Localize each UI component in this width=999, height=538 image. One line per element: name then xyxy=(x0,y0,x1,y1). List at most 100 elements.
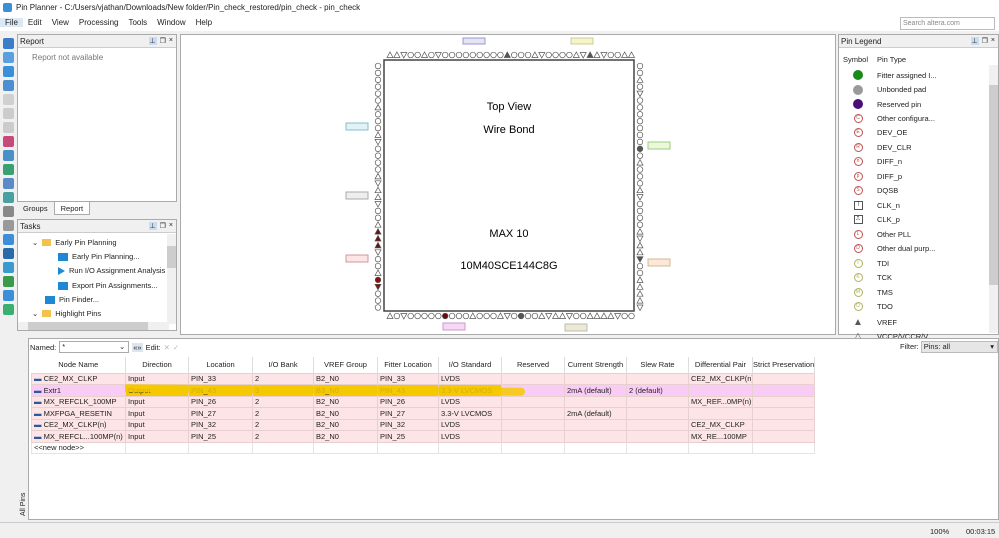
pin-marker[interactable] xyxy=(636,283,644,290)
pin-marker[interactable] xyxy=(414,51,421,59)
table-cell[interactable]: B2_N0 xyxy=(313,430,378,443)
table-row[interactable]: ▬ MX_REFCLK_100MP Input PIN_26 2 B2_N0 PIN_26… xyxy=(31,395,816,408)
pin-marker[interactable] xyxy=(428,312,435,320)
table-cell[interactable] xyxy=(751,395,816,408)
pin-marker[interactable] xyxy=(636,186,644,194)
table-cell[interactable]: MX_REF...0MP(n) xyxy=(688,395,753,408)
menu-file[interactable]: File xyxy=(0,18,23,27)
pin-marker[interactable] xyxy=(636,248,644,256)
pin-icon[interactable]: ⊥ xyxy=(148,222,157,230)
pin-marker[interactable] xyxy=(538,312,546,319)
table-cell[interactable] xyxy=(377,441,439,454)
table-row[interactable]: ▬ CE2_MX_CLKP Input PIN_33 2 B2_N0 PIN_33 LVDS… xyxy=(31,372,816,385)
table-cell[interactable] xyxy=(501,372,565,385)
accept-edit-icon[interactable]: ✓ xyxy=(173,343,179,352)
table-cell[interactable]: PIN_26 xyxy=(377,395,439,408)
tab-report[interactable]: Report xyxy=(53,202,91,215)
pin-marker[interactable] xyxy=(636,207,644,215)
redo-icon[interactable] xyxy=(2,122,14,133)
pin-marker[interactable] xyxy=(636,262,644,270)
pin-marker[interactable] xyxy=(496,312,504,319)
table-cell[interactable]: 2 xyxy=(252,407,314,420)
pin-marker[interactable] xyxy=(374,90,382,97)
pin-marker[interactable] xyxy=(400,52,408,59)
pin-marker[interactable] xyxy=(531,51,539,58)
table-cell[interactable]: Input xyxy=(125,430,189,443)
pin-marker[interactable] xyxy=(586,312,594,319)
float-icon[interactable]: ❐ xyxy=(982,37,988,45)
table-cell[interactable]: PIN_27 xyxy=(377,407,439,420)
close-icon[interactable]: × xyxy=(169,222,173,230)
pin-marker[interactable] xyxy=(374,269,382,276)
table-cell[interactable] xyxy=(688,384,753,397)
pin-marker[interactable] xyxy=(374,111,382,118)
pin-marker[interactable] xyxy=(636,83,644,90)
pin-marker[interactable] xyxy=(636,269,644,277)
table-cell[interactable]: LVDS xyxy=(438,395,502,408)
pin-marker[interactable] xyxy=(420,51,429,58)
new-node-cell[interactable]: <<new node>> xyxy=(31,441,126,454)
pin-marker[interactable] xyxy=(476,312,483,320)
pin-marker[interactable] xyxy=(572,51,580,58)
table-cell[interactable]: Input xyxy=(125,372,189,385)
table-cell[interactable] xyxy=(501,395,565,408)
pin-marker[interactable] xyxy=(374,83,382,90)
pin-marker[interactable] xyxy=(374,62,382,70)
pin-marker[interactable] xyxy=(524,312,532,320)
pin-marker[interactable] xyxy=(374,103,382,111)
menu-tools[interactable]: Tools xyxy=(123,18,152,27)
table-row[interactable]: ▬ MX_REFCL...100MP(n) Input PIN_25 2 B2_N0 PI… xyxy=(31,430,816,443)
pin-marker[interactable] xyxy=(374,69,382,77)
pin-marker[interactable] xyxy=(566,51,573,59)
table-cell[interactable]: 2mA (default) xyxy=(564,384,627,397)
pin-icon[interactable]: ⊥ xyxy=(970,37,979,45)
table-cell[interactable] xyxy=(501,418,565,431)
column-header[interactable]: Direction xyxy=(125,357,189,373)
pin-marker[interactable] xyxy=(374,145,382,152)
float-icon[interactable]: ❐ xyxy=(160,37,166,45)
table-cell[interactable] xyxy=(313,441,378,454)
node-name-cell[interactable]: ▬ MX_REFCLK_100MP xyxy=(31,395,126,408)
pin-marker[interactable] xyxy=(636,166,644,173)
pin-marker[interactable] xyxy=(400,313,408,320)
pin-marker[interactable] xyxy=(636,194,644,201)
table-cell[interactable]: 2 xyxy=(252,395,314,408)
table-cell[interactable] xyxy=(564,372,627,385)
pin-marker[interactable] xyxy=(621,51,629,58)
pin-marker[interactable] xyxy=(552,312,560,319)
task-export-pin-assignments[interactable]: Export Pin Assignments... xyxy=(58,281,157,290)
pin-marker[interactable] xyxy=(374,283,382,291)
pin-marker[interactable] xyxy=(374,118,382,125)
pin-marker[interactable] xyxy=(374,227,382,235)
io-view-icon[interactable] xyxy=(2,164,14,175)
pin-marker[interactable] xyxy=(442,51,449,59)
column-header[interactable]: I/O Standard xyxy=(438,357,502,373)
pin-marker[interactable] xyxy=(374,172,382,180)
pin-marker[interactable] xyxy=(462,51,470,59)
pin-marker[interactable] xyxy=(374,186,382,194)
pin-marker[interactable] xyxy=(628,312,635,320)
table-cell[interactable]: 2 xyxy=(252,418,314,431)
table-cell[interactable] xyxy=(252,441,314,454)
table-cell[interactable] xyxy=(751,384,816,397)
pin-marker[interactable] xyxy=(545,51,552,59)
table-cell[interactable] xyxy=(751,372,816,385)
table-cell[interactable] xyxy=(501,407,565,420)
table-cell[interactable]: PIN_33 xyxy=(188,372,253,385)
close-icon[interactable]: × xyxy=(991,37,995,45)
pin-marker[interactable] xyxy=(434,52,442,59)
all-pins-side-tab[interactable]: All Pins xyxy=(17,338,29,520)
pin-marker[interactable] xyxy=(636,221,644,228)
table-cell[interactable] xyxy=(751,441,816,454)
pin-marker[interactable] xyxy=(374,76,382,83)
task-highlight-pins-folder[interactable]: ⌄ Highlight Pins xyxy=(32,309,101,318)
table-cell[interactable]: LVDS xyxy=(438,430,502,443)
pin-marker[interactable] xyxy=(511,312,518,320)
table-cell[interactable]: 2 xyxy=(252,372,314,385)
column-header[interactable]: Current Strength xyxy=(564,357,627,373)
table-cell[interactable] xyxy=(626,418,689,431)
pin-marker[interactable] xyxy=(374,139,382,146)
pin-marker[interactable] xyxy=(636,97,644,104)
pin-marker[interactable] xyxy=(636,104,644,111)
pin-marker[interactable] xyxy=(636,173,644,180)
